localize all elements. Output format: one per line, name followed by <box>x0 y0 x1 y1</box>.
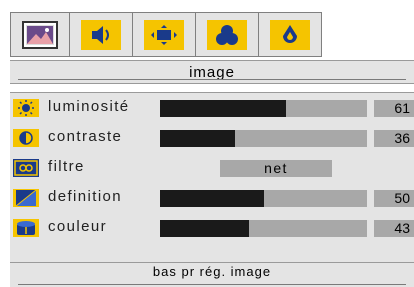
contrast-slider-fill <box>160 130 235 147</box>
filter-icon <box>12 158 40 178</box>
section-title: image <box>189 63 235 81</box>
sharpness-label: definition <box>48 188 123 205</box>
brightness-value: 61 <box>374 100 414 117</box>
sharpness-slider[interactable] <box>160 190 367 207</box>
row-color[interactable]: couleur 43 <box>10 217 414 239</box>
row-filter[interactable]: filtre net <box>10 157 414 179</box>
settings-drop-icon <box>270 19 310 50</box>
sharpness-icon <box>12 188 40 208</box>
brightness-label: luminosité <box>48 98 130 115</box>
sharpness-value: 50 <box>374 190 414 207</box>
color-value: 43 <box>374 220 414 237</box>
section-title-bar: image <box>10 60 414 84</box>
color-circles-icon <box>207 19 247 50</box>
filter-select[interactable]: net <box>220 160 332 177</box>
row-sharpness[interactable]: definition 50 <box>10 187 414 209</box>
title-divider <box>18 79 406 80</box>
brightness-slider-fill <box>160 100 287 117</box>
row-contrast[interactable]: contraste 36 <box>10 127 414 149</box>
filter-label: filtre <box>48 158 85 175</box>
tab-audio[interactable] <box>69 12 133 57</box>
brightness-icon <box>12 98 40 118</box>
settings-panel: luminosité 61 contraste 36 filtre net de… <box>10 92 414 272</box>
tab-settings[interactable] <box>258 12 322 57</box>
footer-divider <box>18 284 406 285</box>
color-icon <box>12 218 40 238</box>
speaker-icon <box>81 19 121 50</box>
contrast-label: contraste <box>48 128 123 145</box>
brightness-slider[interactable] <box>160 100 367 117</box>
contrast-slider[interactable] <box>160 130 367 147</box>
tab-image[interactable] <box>10 12 70 57</box>
menu-tab-bar <box>10 12 322 59</box>
tab-position[interactable] <box>132 12 196 57</box>
tab-color[interactable] <box>195 12 259 57</box>
contrast-icon <box>12 128 40 148</box>
contrast-value: 36 <box>374 130 414 147</box>
color-slider-fill <box>160 220 249 237</box>
color-slider[interactable] <box>160 220 367 237</box>
color-label: couleur <box>48 218 107 235</box>
image-icon <box>22 20 58 49</box>
reset-image-label: bas pr rég. image <box>152 264 272 279</box>
row-brightness[interactable]: luminosité 61 <box>10 97 414 119</box>
reset-image-button[interactable]: bas pr rég. image <box>10 262 414 287</box>
sharpness-slider-fill <box>160 190 264 207</box>
screen-position-icon <box>144 19 184 50</box>
